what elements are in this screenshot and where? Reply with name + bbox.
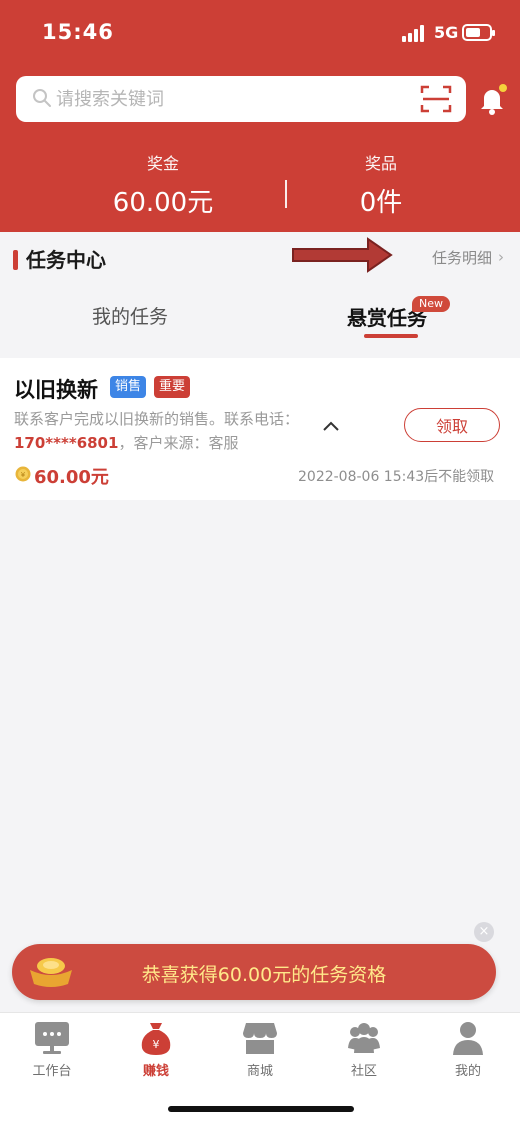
tag-important: 重要 [154,376,191,398]
nav-label-earn: 赚钱 [142,1064,169,1079]
nav-community[interactable]: 社区 [312,1020,416,1079]
search-box[interactable] [16,76,466,122]
task-source: ，客户来源：客服 [118,434,239,452]
claim-deadline: 2022-08-06 15:43后不能领取 [298,469,495,485]
new-badge: New [412,296,450,312]
network-label: 5G [434,23,459,42]
task-center-title: 任务中心 [26,248,106,272]
active-tab-indicator [364,334,418,338]
task-title: 以旧换新 [14,378,98,402]
svg-text:¥: ¥ [21,471,26,479]
scan-icon[interactable] [420,84,452,114]
community-icon [348,1023,380,1053]
tab-my-tasks[interactable]: 我的任务 [92,302,168,329]
nav-store[interactable]: 商城 [208,1020,312,1079]
claim-button[interactable]: 领取 [404,408,500,442]
home-indicator[interactable] [168,1106,354,1112]
profile-icon [453,1022,483,1055]
reward-banner[interactable]: 恭喜获得60.00元的任务资格 [12,944,496,1000]
banner-close-button[interactable]: × [474,922,494,942]
money-bag-icon: ¥ [141,1023,171,1055]
section-accent-bar [13,250,18,270]
bell-icon[interactable] [478,84,508,116]
nav-earn[interactable]: ¥ 赚钱 [104,1020,208,1079]
bonus-value: 60.00元 [112,188,214,218]
annotation-arrow-icon [292,237,393,273]
chevron-up-icon[interactable] [322,420,340,432]
store-icon [243,1023,277,1054]
prize-value: 0件 [359,188,403,218]
bonus-label: 奖金 [146,154,179,173]
reward-amount: 60.00元 [34,467,109,488]
signal-icon [402,24,428,42]
tag-sales: 销售 [110,376,147,398]
nav-label-community: 社区 [350,1064,377,1079]
task-description: 联系客户完成以旧换新的销售。联系电话： [14,410,300,428]
nav-label-profile: 我的 [454,1064,481,1079]
task-phone[interactable]: 170****6801 [14,434,118,452]
prize-stat[interactable]: 奖品 0件 [281,150,481,219]
task-description-line2: 170****6801，客户来源：客服 [14,432,238,453]
status-bar: 15:46 5G [0,0,520,66]
nav-label-store: 商城 [246,1064,273,1079]
banner-text: 恭喜获得60.00元的任务资格 [141,964,387,986]
nav-label-workbench: 工作台 [32,1064,72,1079]
status-time: 15:46 [42,20,114,44]
prize-label: 奖品 [364,154,397,173]
battery-icon [462,24,495,41]
search-icon [33,89,51,107]
workbench-icon [35,1022,69,1054]
search-input[interactable] [56,85,416,113]
svg-text:¥: ¥ [153,1038,160,1051]
coin-icon: ¥ [15,466,31,482]
chevron-right-icon[interactable]: › [498,248,504,266]
task-detail-link[interactable]: 任务明细 [432,247,492,268]
nav-workbench[interactable]: 工作台 [0,1020,104,1079]
nav-profile[interactable]: 我的 [416,1020,520,1079]
bonus-stat[interactable]: 奖金 60.00元 [63,150,263,219]
